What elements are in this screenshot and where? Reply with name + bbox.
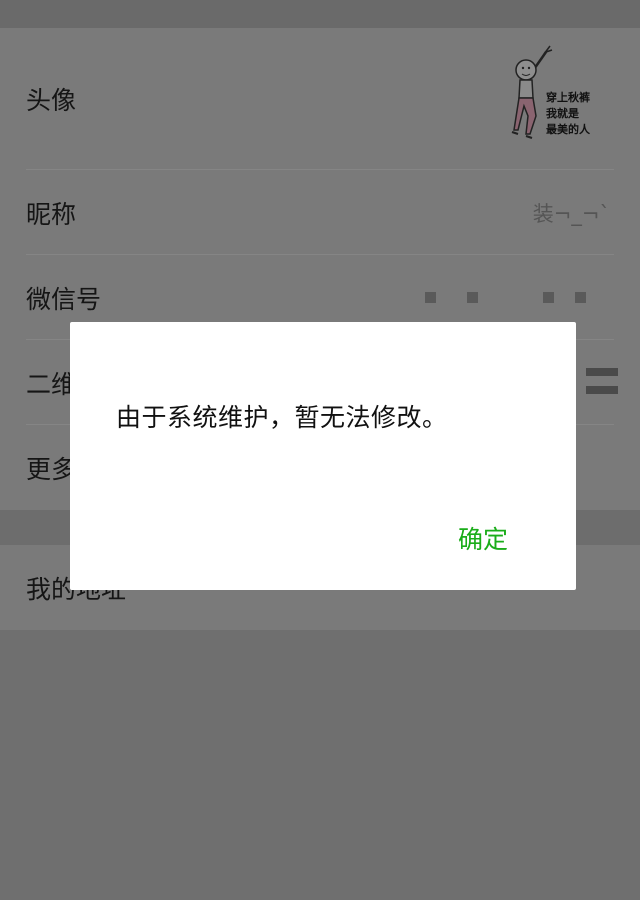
avatar-caption-line: 我就是 [546, 107, 579, 120]
top-bar [0, 0, 640, 28]
nickname-row[interactable]: 昵称 装¬_¬` [0, 170, 640, 255]
avatar-caption: 穿上秋裤 我就是 最美的人 [546, 90, 590, 138]
dialog-message: 由于系统维护，暂无法修改。 [116, 403, 448, 432]
ok-button[interactable]: 确定 [454, 518, 512, 558]
more-label: 更多 [26, 454, 77, 484]
avatar-row[interactable]: 头像 穿上秋裤 我就是 最美的人 [0, 28, 640, 170]
wechat-id-label: 微信号 [26, 284, 102, 314]
avatar[interactable]: 穿上秋裤 我就是 最美的人 [506, 42, 614, 154]
profile-settings-screen: 头像 穿上秋裤 我就是 最美的人 昵称 装¬_¬` 微信号 更多 由于系统维护，… [0, 0, 640, 900]
nickname-value: 装¬_¬` [532, 201, 610, 226]
qr-code-icon [586, 367, 618, 398]
avatar-caption-line: 穿上秋裤 [546, 91, 590, 104]
alert-dialog: 由于系统维护，暂无法修改。 确定 [70, 322, 576, 590]
nickname-label: 昵称 [26, 199, 77, 229]
avatar-label: 头像 [26, 86, 77, 115]
avatar-caption-line: 最美的人 [546, 123, 590, 136]
empty-background [0, 632, 640, 900]
wechat-id-redacted-value [425, 291, 600, 304]
